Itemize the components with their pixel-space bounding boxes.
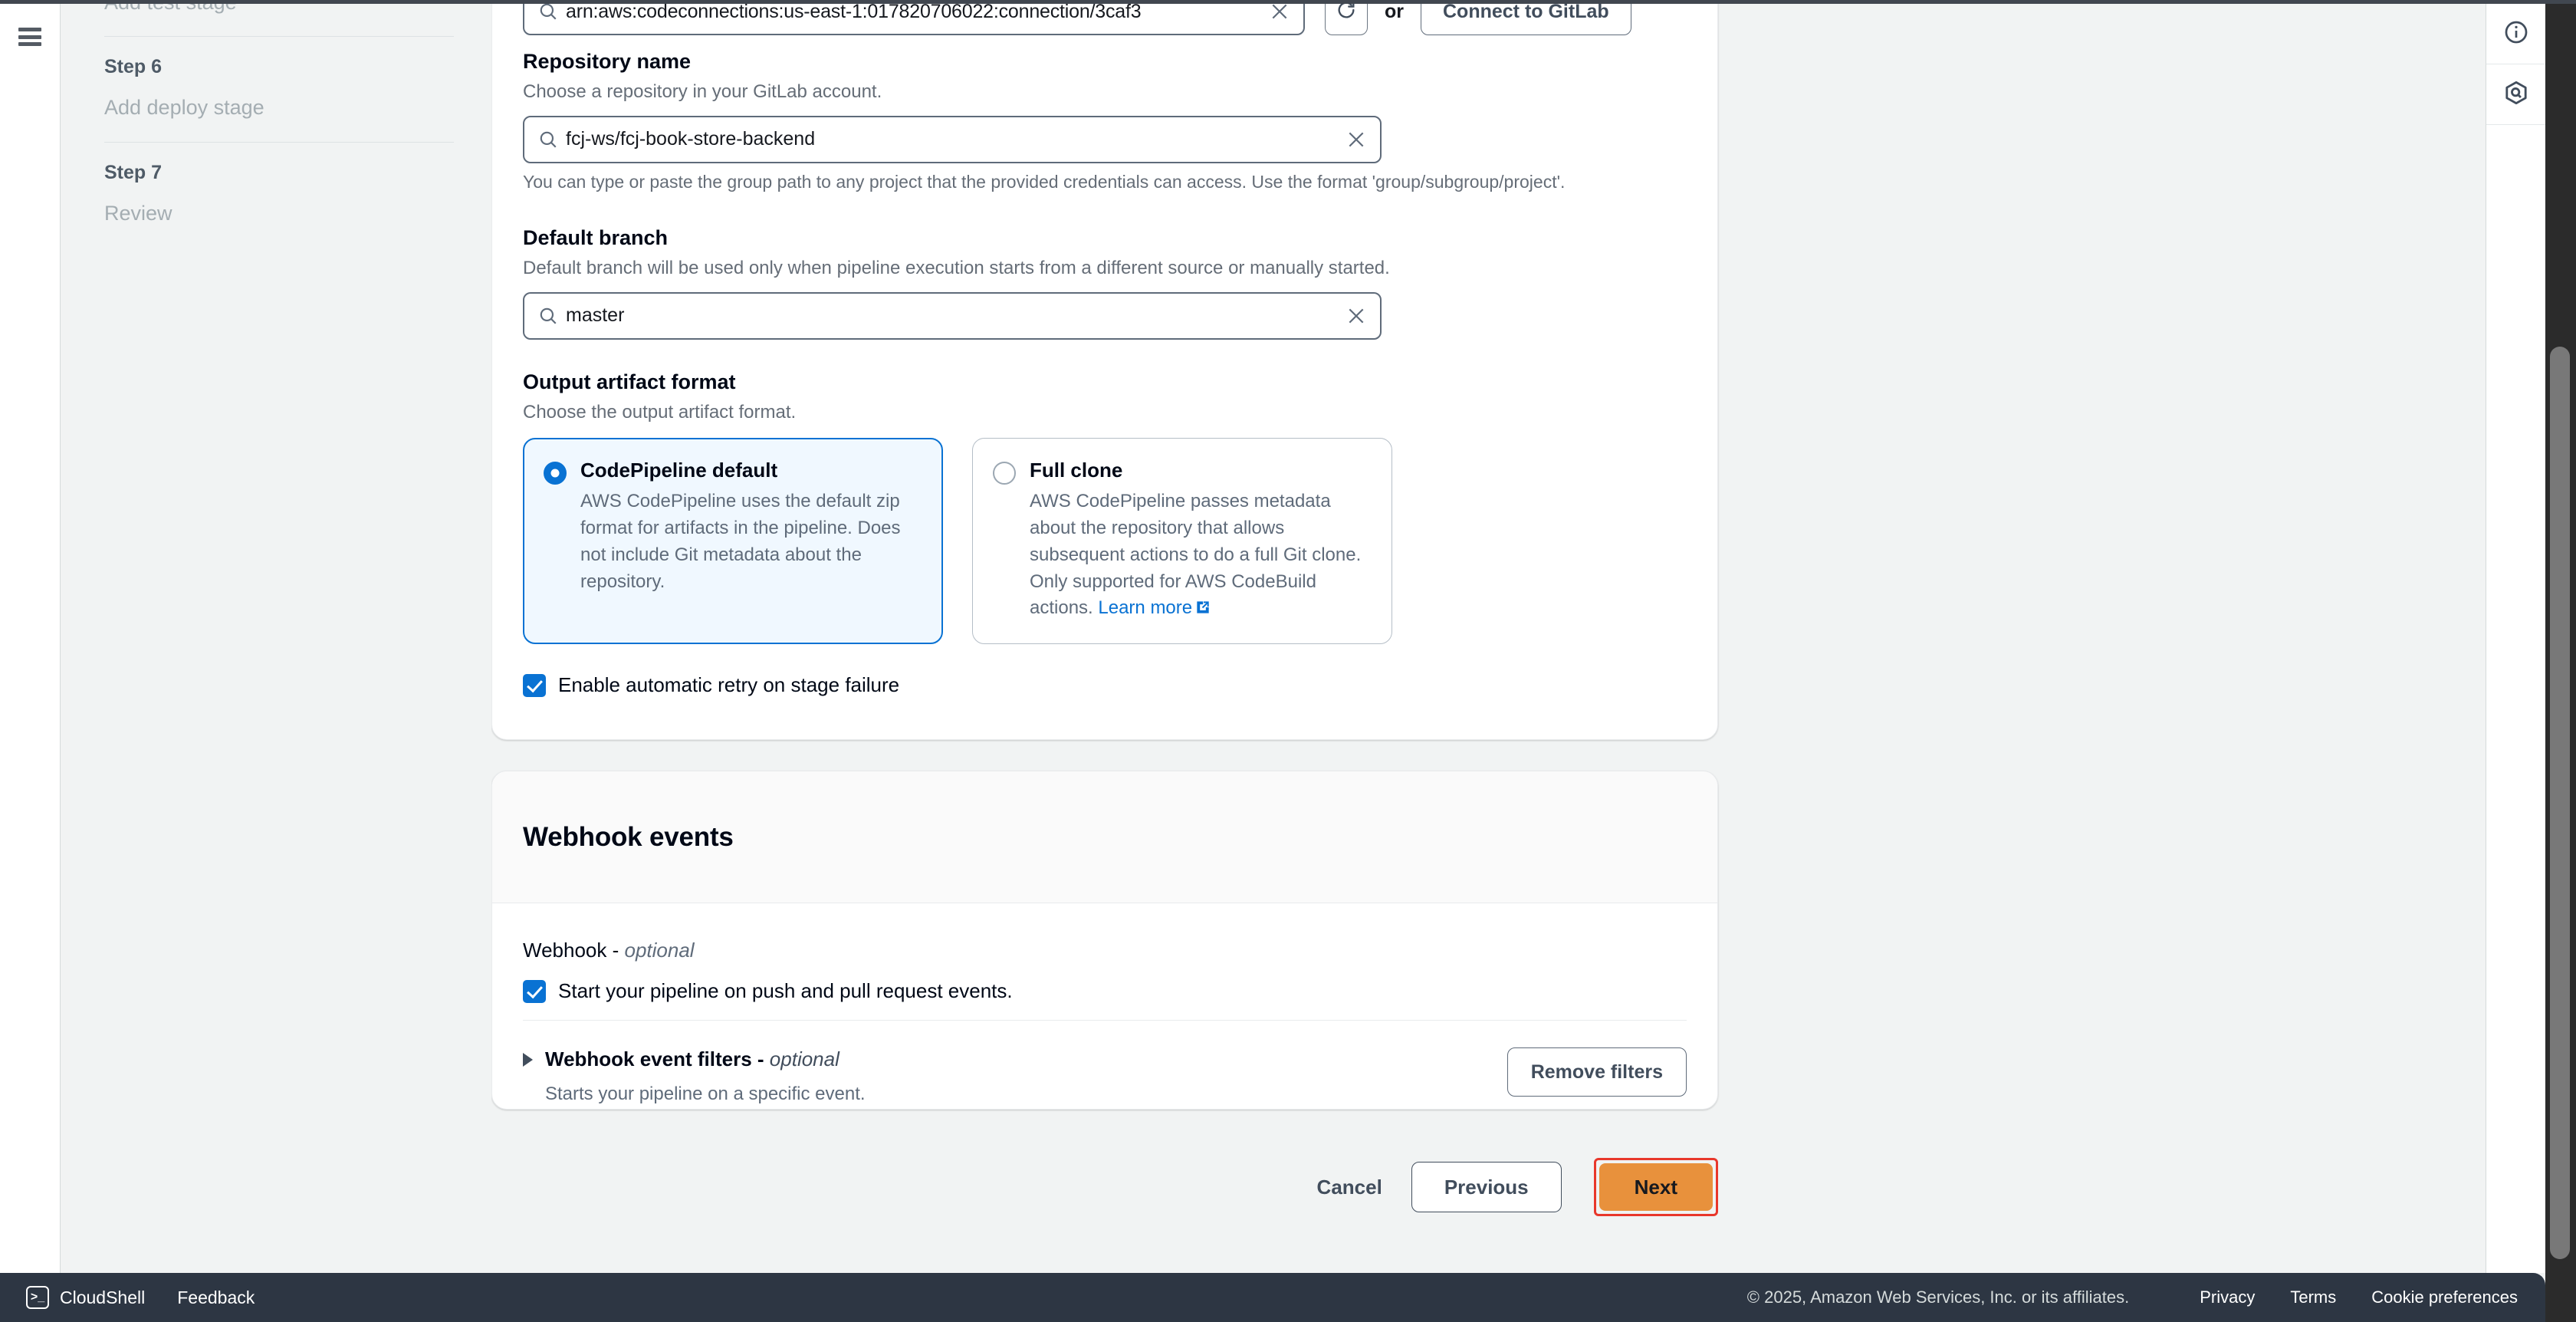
next-button[interactable]: Next (1598, 1163, 1713, 1211)
privacy-link[interactable]: Privacy (2200, 1287, 2255, 1307)
info-icon (2503, 19, 2529, 49)
repository-name-value: fcj-ws/fcj-book-store-backend (566, 128, 816, 150)
left-nav-rail (0, 4, 61, 1273)
connection-row: arn:aws:codeconnections:us-east-1:017820… (523, 4, 1631, 35)
checkbox-start-pipeline[interactable] (523, 979, 546, 1003)
sidebar-step-clipped[interactable]: Add test stage (104, 0, 454, 36)
cloudshell-icon: >_ (26, 1286, 49, 1309)
default-branch-input[interactable]: master (523, 291, 1382, 340)
connection-input-value: arn:aws:codeconnections:us-east-1:017820… (566, 4, 1142, 22)
default-branch-label: Default branch (523, 226, 669, 249)
console-footer-left: >_ CloudShell Feedback (0, 1286, 255, 1309)
webhook-event-filters-optional: optional (769, 1047, 840, 1070)
option-full-clone-title: Full clone (1030, 458, 1123, 482)
or-separator-label: or (1385, 4, 1404, 22)
window-top-border (0, 0, 2576, 4)
auto-retry-label: Enable automatic retry on stage failure (558, 673, 900, 696)
cancel-button[interactable]: Cancel (1288, 1162, 1411, 1212)
repository-name-description: Choose a repository in your GitLab accou… (523, 81, 882, 102)
amazon-q-icon (2503, 80, 2529, 110)
webhook-events-card: Webhook events Webhook - optional Start … (491, 771, 1718, 1110)
auto-retry-row: Enable automatic retry on stage failure (523, 673, 899, 697)
terms-link[interactable]: Terms (2290, 1287, 2336, 1307)
output-artifact-format-description: Choose the output artifact format. (523, 401, 797, 423)
aws-console-footer: >_ CloudShell Feedback © 2025, Amazon We… (0, 1273, 2545, 1322)
feedback-button[interactable]: Feedback (177, 1287, 255, 1308)
sidebar-step-6-kicker: Step 6 (104, 56, 163, 78)
wizard-action-buttons: Cancel Previous Next (491, 1158, 1718, 1216)
menu-hamburger-icon[interactable] (18, 28, 41, 46)
copyright-text: © 2025, Amazon Web Services, Inc. or its… (1746, 1287, 2130, 1307)
external-link-icon (1195, 597, 1211, 623)
sidebar-step-7-kicker: Step 7 (104, 161, 163, 183)
console-footer-right: © 2025, Amazon Web Services, Inc. or its… (1747, 1287, 2545, 1307)
start-pipeline-checkbox-row[interactable]: Start your pipeline on push and pull req… (523, 979, 1687, 1003)
repository-name-hint: You can type or paste the group path to … (523, 171, 1566, 192)
sidebar-step-6[interactable]: Step 6 Add deploy stage (104, 37, 454, 141)
info-panel-button[interactable] (2486, 4, 2545, 64)
option-full-clone[interactable]: Full clone AWS CodePipeline passes metad… (972, 437, 1392, 645)
default-branch-field-group: Default branch Default branch will be us… (523, 225, 1688, 340)
webhook-event-filters-toggle[interactable]: Webhook event filters - optional (523, 1047, 866, 1071)
option-codepipeline-default-title: CodePipeline default (580, 458, 778, 482)
learn-more-link[interactable]: Learn more (1098, 597, 1192, 618)
webhook-events-header: Webhook events (492, 771, 1717, 903)
output-artifact-format-options: CodePipeline default AWS CodePipeline us… (523, 437, 1688, 645)
repository-name-label: Repository name (523, 50, 692, 73)
checkbox-auto-retry[interactable] (523, 673, 546, 697)
feedback-label: Feedback (177, 1287, 255, 1307)
amazon-q-button[interactable] (2486, 64, 2545, 125)
close-icon[interactable] (1346, 130, 1366, 150)
refresh-button[interactable] (1325, 4, 1368, 35)
remove-filters-button[interactable]: Remove filters (1506, 1047, 1687, 1097)
search-icon (538, 306, 558, 326)
option-codepipeline-default-desc: AWS CodePipeline uses the default zip fo… (580, 491, 901, 592)
radio-full-clone[interactable] (993, 461, 1016, 485)
sidebar-step-7-label: Review (104, 201, 172, 225)
refresh-icon (1336, 4, 1357, 25)
connect-to-gitlab-button[interactable]: Connect to GitLab (1421, 4, 1631, 35)
cloudshell-label: CloudShell (60, 1287, 146, 1307)
previous-button[interactable]: Previous (1411, 1162, 1562, 1212)
repository-name-field-group: Repository name Choose a repository in y… (523, 49, 1688, 194)
close-icon[interactable] (1270, 4, 1290, 21)
chevron-right-icon (523, 1052, 533, 1067)
webhook-event-filters-title: Webhook event filters - optional (545, 1047, 840, 1071)
webhook-event-filters-title-text: Webhook event filters - (545, 1047, 770, 1070)
next-button-highlight: Next (1593, 1158, 1718, 1216)
sidebar-step-6-label: Add deploy stage (104, 96, 264, 120)
close-icon[interactable] (1346, 306, 1366, 326)
output-artifact-format-label: Output artifact format (523, 370, 736, 393)
source-configuration-card: arn:aws:codeconnections:us-east-1:017820… (491, 4, 1718, 740)
repository-name-input[interactable]: fcj-ws/fcj-book-store-backend (523, 115, 1382, 163)
scrollbar-thumb[interactable] (2550, 347, 2570, 1259)
main-content: arn:aws:codeconnections:us-east-1:017820… (491, 4, 2545, 1273)
webhook-events-body: Webhook - optional Start your pipeline o… (492, 903, 1717, 1104)
search-icon (538, 4, 558, 21)
output-artifact-format-group: Output artifact format Choose the output… (523, 370, 1688, 645)
webhook-label-text: Webhook - (523, 939, 625, 962)
option-codepipeline-default[interactable]: CodePipeline default AWS CodePipeline us… (523, 437, 943, 645)
page-scrollbar[interactable] (2545, 0, 2576, 1322)
radio-codepipeline-default[interactable] (544, 461, 567, 485)
wizard-steps-sidebar: Add test stage Step 6 Add deploy stage S… (61, 0, 491, 1273)
webhook-event-filters-row: Webhook event filters - optional Starts … (523, 1047, 1687, 1105)
cloudshell-button[interactable]: >_ CloudShell (26, 1286, 145, 1309)
default-branch-description: Default branch will be used only when pi… (523, 257, 1390, 278)
connection-input[interactable]: arn:aws:codeconnections:us-east-1:017820… (523, 4, 1305, 35)
default-branch-value: master (566, 304, 625, 327)
sidebar-step-7[interactable]: Step 7 Review (104, 143, 454, 247)
webhook-label-optional: optional (624, 939, 695, 962)
webhook-events-title: Webhook events (523, 821, 734, 852)
search-icon (538, 130, 558, 150)
webhook-divider (523, 1020, 1687, 1021)
webhook-event-filters-description: Starts your pipeline on a specific event… (545, 1084, 866, 1104)
webhook-event-filters-expandable[interactable]: Webhook event filters - optional Starts … (523, 1047, 866, 1105)
webhook-optional-label: Webhook - optional (523, 939, 1687, 962)
auto-retry-checkbox-row[interactable]: Enable automatic retry on stage failure (523, 673, 899, 697)
cookie-preferences-link[interactable]: Cookie preferences (2371, 1287, 2518, 1307)
start-pipeline-label: Start your pipeline on push and pull req… (558, 979, 1013, 1002)
right-utility-rail (2486, 4, 2545, 1273)
